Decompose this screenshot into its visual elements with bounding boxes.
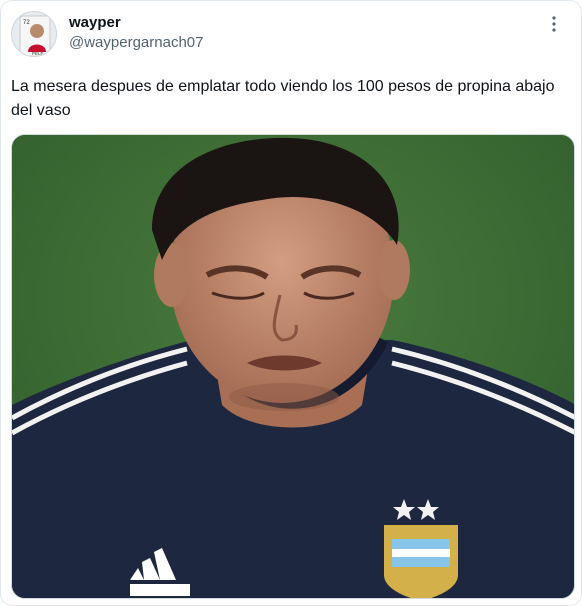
afa-crest: [384, 525, 458, 598]
tweet-text: La mesera despues de emplatar todo viend…: [11, 78, 555, 119]
more-options-button[interactable]: [543, 13, 565, 35]
crying-player-image: [12, 135, 574, 598]
card-number: 72: [23, 20, 30, 26]
display-name[interactable]: wayper: [69, 14, 203, 32]
player-card-avatar-icon: 72 PELE: [12, 12, 56, 56]
user-handle[interactable]: @waypergarnach07: [69, 34, 203, 52]
tweet-media-image[interactable]: [11, 134, 575, 599]
author-names: wayper @waypergarnach07: [69, 14, 203, 52]
card-name: PELE: [32, 51, 44, 56]
avatar[interactable]: 72 PELE: [11, 11, 57, 57]
tweet-header: 72 PELE wayper @waypergarnach07: [11, 11, 571, 59]
tweet-card: 72 PELE wayper @waypergarnach07 La meser…: [0, 0, 582, 606]
more-options-icon: [552, 16, 556, 32]
